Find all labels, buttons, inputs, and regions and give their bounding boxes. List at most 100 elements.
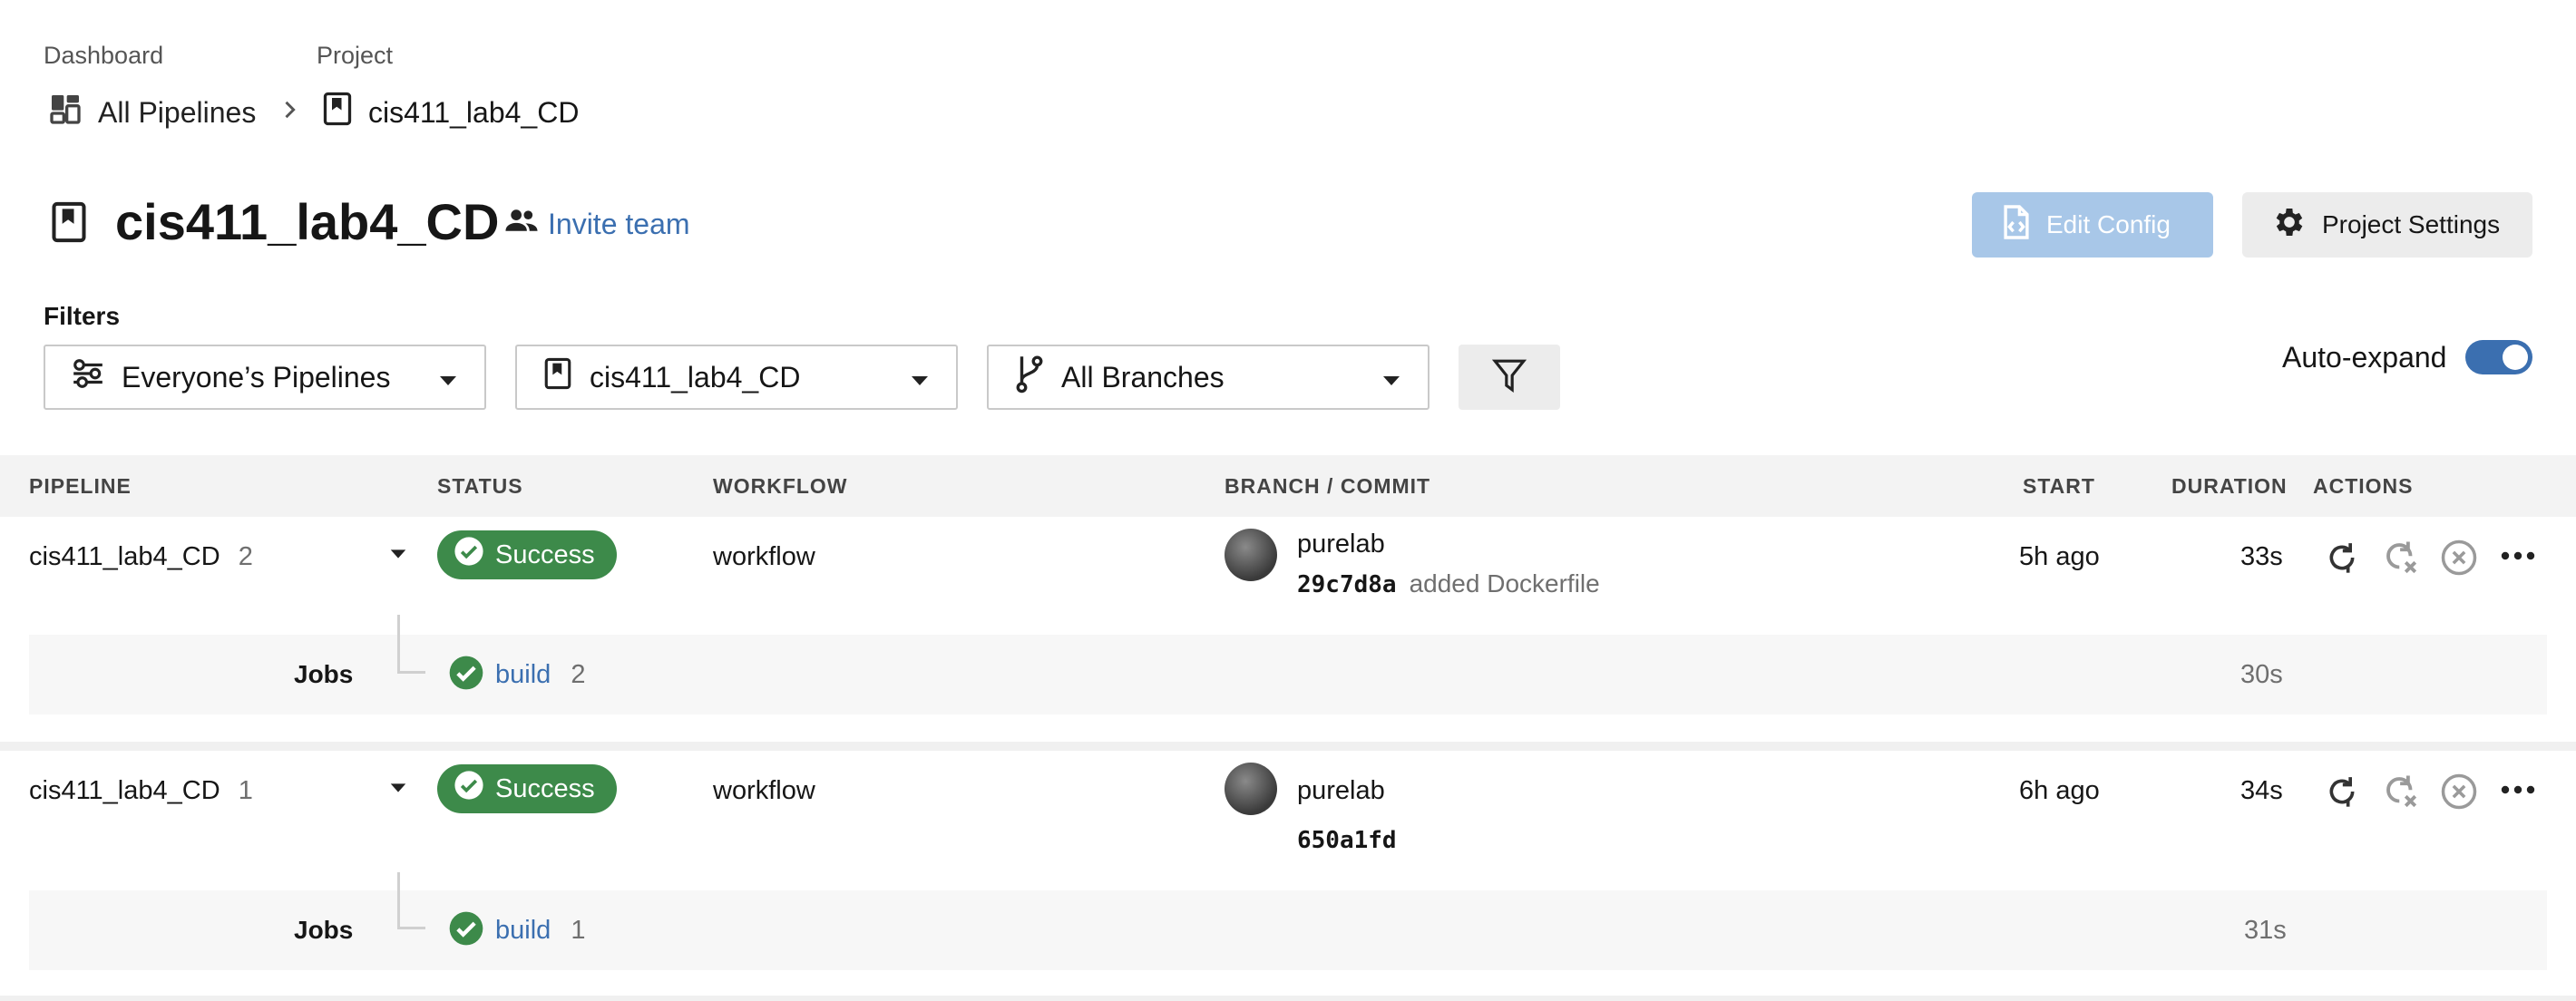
- project-filter-select[interactable]: cis411_lab4_CD: [515, 345, 958, 410]
- pipeline-number: 2: [238, 542, 253, 571]
- pipeline-name-label: cis411_lab4_CD: [29, 776, 220, 805]
- commit-info: 650a1fd: [1297, 827, 1410, 854]
- advanced-filter-button[interactable]: [1459, 345, 1560, 410]
- more-options-icon[interactable]: [2500, 549, 2536, 566]
- breadcrumb-dashboard-label: Dashboard: [44, 42, 164, 69]
- dashboard-icon: [47, 91, 83, 134]
- check-circle-icon: [454, 536, 484, 574]
- column-header-branch-commit: BRANCH / COMMIT: [1225, 474, 1431, 498]
- start-time: 6h ago: [2019, 776, 2100, 805]
- table-row: cis411_lab4_CD 2 Success workflow purela…: [0, 517, 2576, 743]
- table-header: PIPELINE STATUS WORKFLOW BRANCH / COMMIT…: [0, 455, 2576, 517]
- edit-config-button[interactable]: Edit Config: [1972, 192, 2213, 258]
- sliders-icon: [71, 357, 105, 397]
- branch-link[interactable]: purelab: [1297, 530, 1385, 559]
- status-badge[interactable]: Success: [437, 530, 617, 579]
- toggle-knob: [2503, 345, 2528, 370]
- duration: 33s: [2240, 542, 2283, 571]
- project-filter-value: cis411_lab4_CD: [590, 360, 801, 394]
- breadcrumb-project[interactable]: cis411_lab4_CD: [321, 91, 579, 134]
- job-duration: 31s: [2244, 916, 2287, 945]
- job-duration: 30s: [2240, 660, 2283, 689]
- pipeline-name[interactable]: cis411_lab4_CD 1: [29, 776, 253, 806]
- breadcrumb-project-label: cis411_lab4_CD: [368, 95, 580, 129]
- bookmark-icon: [321, 91, 354, 134]
- check-circle-icon: [448, 655, 484, 695]
- expand-toggle-caret[interactable]: [388, 782, 408, 799]
- edit-config-label: Edit Config: [2046, 210, 2171, 238]
- filters-label: Filters: [44, 302, 121, 330]
- gear-icon: [2271, 204, 2308, 247]
- pipeline-name[interactable]: cis411_lab4_CD 2: [29, 542, 253, 572]
- caret-down-icon: [437, 361, 459, 394]
- page-title: cis411_lab4_CD: [115, 193, 500, 250]
- invite-team-link[interactable]: Invite team: [504, 207, 690, 241]
- row-separator: [0, 996, 2576, 1001]
- job-item[interactable]: build 1: [495, 916, 585, 946]
- tree-connector: [397, 872, 425, 929]
- expand-toggle-caret[interactable]: [388, 548, 408, 565]
- duration: 34s: [2240, 776, 2283, 805]
- file-code-icon: [2001, 203, 2032, 248]
- rerun-icon[interactable]: [2324, 539, 2360, 581]
- auto-expand-label: Auto-expand: [2282, 341, 2447, 374]
- project-bookmark-icon: [49, 198, 89, 251]
- bookmark-icon: [542, 355, 573, 399]
- workflow-link[interactable]: workflow: [713, 542, 815, 572]
- branches-filter-select[interactable]: All Branches: [987, 345, 1429, 410]
- project-settings-label: Project Settings: [2322, 210, 2501, 238]
- pipelines-filter-value: Everyone’s Pipelines: [122, 360, 391, 394]
- job-item[interactable]: build 2: [495, 660, 585, 690]
- team-icon: [504, 207, 539, 241]
- status-label: Success: [495, 773, 595, 803]
- cancel-icon[interactable]: [2440, 539, 2478, 581]
- caret-down-icon: [1381, 361, 1402, 394]
- pipeline-number: 1: [238, 776, 253, 805]
- check-circle-icon: [454, 770, 484, 808]
- jobs-label: Jobs: [294, 916, 354, 944]
- invite-team-label: Invite team: [548, 207, 690, 240]
- caret-down-icon: [909, 361, 931, 394]
- commit-info: 29c7d8a added Dockerfile: [1297, 569, 1600, 598]
- jobs-label: Jobs: [294, 660, 354, 688]
- tree-connector: [397, 615, 425, 674]
- commit-message: added Dockerfile: [1409, 569, 1600, 598]
- column-header-workflow: WORKFLOW: [713, 474, 848, 498]
- status-label: Success: [495, 539, 595, 569]
- status-badge[interactable]: Success: [437, 764, 617, 813]
- branch-icon: [1014, 353, 1045, 402]
- pipelines-filter-select[interactable]: Everyone’s Pipelines: [44, 345, 486, 410]
- funnel-icon: [1491, 356, 1527, 399]
- breadcrumb-all-pipelines-label: All Pipelines: [98, 95, 257, 129]
- breadcrumb-all-pipelines[interactable]: All Pipelines: [47, 91, 256, 134]
- column-header-pipeline: PIPELINE: [29, 474, 132, 498]
- avatar: [1225, 763, 1277, 815]
- chevron-right-icon: [277, 96, 302, 128]
- column-header-status: STATUS: [437, 474, 523, 498]
- rerun-failed-icon[interactable]: [2382, 539, 2420, 581]
- auto-expand-toggle[interactable]: [2465, 340, 2532, 374]
- branch-link[interactable]: purelab: [1297, 776, 1385, 806]
- row-separator: [0, 742, 2576, 751]
- column-header-start: START: [2023, 474, 2095, 498]
- job-number: 2: [571, 660, 586, 689]
- column-header-actions: ACTIONS: [2313, 474, 2414, 498]
- rerun-failed-icon[interactable]: [2382, 773, 2420, 815]
- check-circle-icon: [448, 910, 484, 951]
- cancel-icon[interactable]: [2440, 773, 2478, 815]
- job-name: build: [495, 916, 551, 945]
- project-settings-button[interactable]: Project Settings: [2242, 192, 2532, 258]
- job-number: 1: [571, 916, 586, 945]
- rerun-icon[interactable]: [2324, 773, 2360, 815]
- pipeline-name-label: cis411_lab4_CD: [29, 542, 220, 571]
- start-time: 5h ago: [2019, 542, 2100, 571]
- column-header-duration: DURATION: [2171, 474, 2288, 498]
- workflow-link[interactable]: workflow: [713, 776, 815, 806]
- branches-filter-value: All Branches: [1061, 360, 1225, 394]
- table-row: cis411_lab4_CD 1 Success workflow purela…: [0, 751, 2576, 1001]
- more-options-icon[interactable]: [2500, 783, 2536, 800]
- breadcrumb-project-label: Project: [317, 42, 394, 69]
- avatar: [1225, 529, 1277, 581]
- commit-hash[interactable]: 29c7d8a: [1297, 571, 1397, 598]
- commit-hash[interactable]: 650a1fd: [1297, 827, 1397, 854]
